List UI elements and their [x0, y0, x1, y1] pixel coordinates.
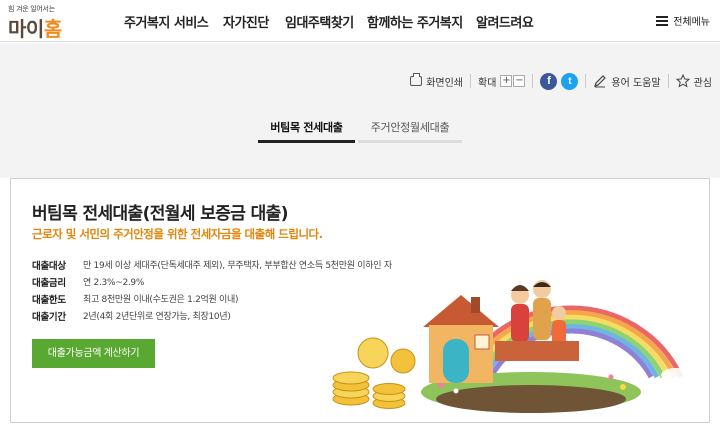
favorite-button[interactable]: 관심	[675, 74, 712, 89]
glossary-label: 용어 도움말	[611, 77, 661, 89]
main-nav: 주거복지 서비스 자가진단 임대주택찾기 함께하는 주거복지 알려드려요	[0, 0, 720, 42]
page-tools: 화면인쇄 확대 + − f t 용어 도움말 관심	[410, 71, 712, 91]
page-title: 버팀목 전세대출(전월세 보증금 대출)	[32, 204, 289, 224]
zoom-in-button[interactable]: +	[500, 75, 513, 87]
printer-icon	[410, 73, 423, 86]
print-label: 화면인쇄	[426, 77, 463, 89]
nav-item-self-diagnosis[interactable]: 자가진단	[223, 12, 269, 31]
info-label: 대출한도	[32, 295, 66, 306]
zoom-control: 확대 + −	[478, 74, 526, 89]
pencil-icon	[594, 75, 607, 88]
sub-header: 화면인쇄 확대 + − f t 용어 도움말 관심 버팀목 전세대출 주거안정월…	[0, 43, 720, 178]
nav-item-together-welfare[interactable]: 함께하는 주거복지	[367, 12, 463, 31]
info-value: 최고 8천만원 이내(수도권은 1.2억원 이내)	[83, 295, 239, 305]
glossary-button[interactable]: 용어 도움말	[593, 74, 661, 89]
nav-item-notices[interactable]: 알려드려요	[476, 12, 534, 31]
divider	[470, 74, 471, 88]
info-label: 대출기간	[32, 312, 66, 323]
all-menu-button[interactable]: 전체메뉴	[656, 13, 710, 28]
info-label: 대출금리	[32, 278, 66, 289]
nav-item-rental-search[interactable]: 임대주택찾기	[285, 12, 354, 31]
divider	[585, 74, 587, 88]
loan-info-card: 버팀목 전세대출(전월세 보증금 대출) 근로자 및 서민의 주거안정을 위한 …	[10, 178, 710, 423]
family-house-rainbow-illustration	[332, 280, 691, 413]
zoom-label: 확대	[478, 77, 497, 89]
tab-jeonse-loan[interactable]: 버팀목 전세대출	[258, 113, 355, 143]
zoom-out-button[interactable]: −	[513, 75, 526, 87]
divider	[532, 74, 534, 88]
facebook-icon[interactable]: f	[540, 72, 558, 90]
twitter-icon[interactable]: t	[561, 72, 579, 90]
star-icon	[675, 74, 690, 88]
info-value: 연 2.3%~2.9%	[83, 278, 145, 288]
sns-share: f t	[540, 72, 579, 90]
site-header: 힘 겨운 일어서는 마이홈 주거복지 서비스 자가진단 임대주택찾기 함께하는 …	[0, 0, 720, 42]
nav-item-housing-welfare[interactable]: 주거복지 서비스	[124, 12, 209, 31]
print-button[interactable]: 화면인쇄	[410, 73, 463, 89]
info-value: 2년(4회 2년단위로 연장가능, 최장10년)	[83, 312, 231, 322]
favorite-label: 관심	[693, 77, 712, 89]
product-tabs: 버팀목 전세대출 주거안정월세대출	[0, 113, 720, 143]
loan-calculator-button[interactable]: 대출가능금액 계산하기	[32, 339, 155, 368]
tab-monthly-rent-loan[interactable]: 주거안정월세대출	[358, 113, 462, 143]
page-subtitle: 근로자 및 서민의 주거안정을 위한 전세자금을 대출해 드립니다.	[32, 227, 323, 241]
all-menu-label: 전체메뉴	[673, 17, 710, 28]
info-label: 대출대상	[32, 261, 66, 272]
hamburger-icon	[656, 15, 669, 26]
divider	[667, 74, 669, 88]
